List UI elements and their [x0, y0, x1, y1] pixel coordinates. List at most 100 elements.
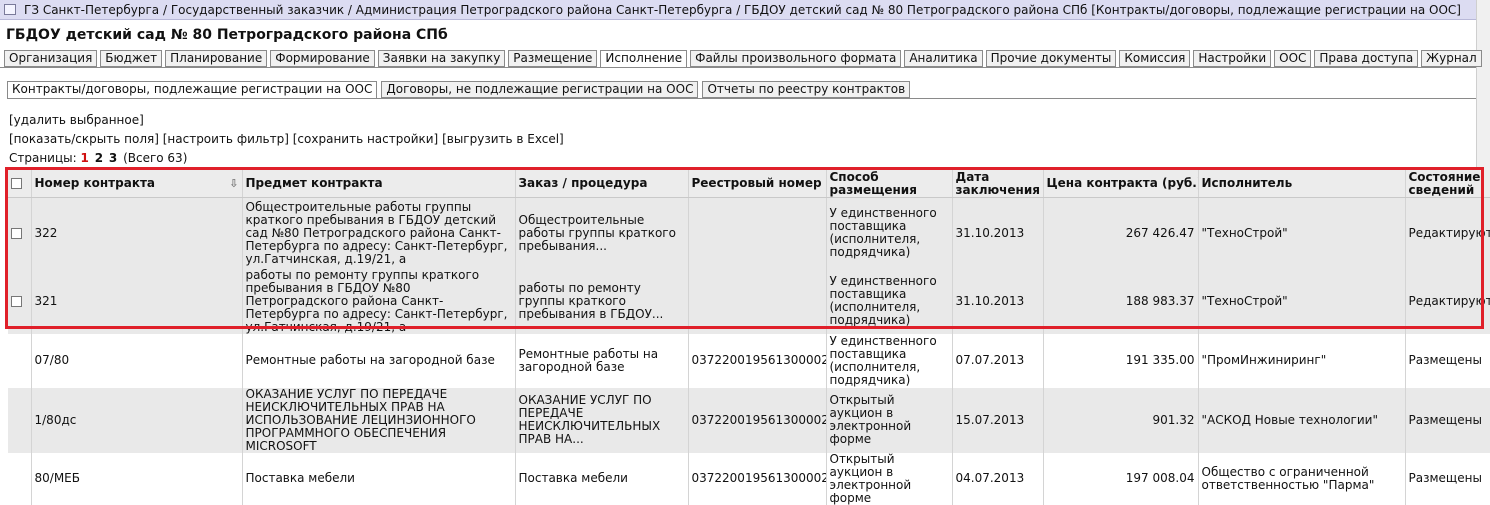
select-all-cell	[8, 170, 32, 198]
actions-row-2: [показать/скрыть поля] [настроить фильтр…	[9, 132, 564, 146]
main-tabs: Организация Бюджет Планирование Формиров…	[4, 50, 1482, 68]
cell-executor: "ТехноСтрой"	[1198, 268, 1406, 334]
table-row[interactable]: 07/80 Ремонтные работы на загородной баз…	[8, 333, 1490, 388]
tab-oos[interactable]: ООС	[1274, 50, 1312, 67]
tab-execution[interactable]: Исполнение	[600, 50, 688, 68]
cell-price: 188 983.37	[1043, 268, 1199, 334]
breadcrumb-bar: ГЗ Санкт-Петербурга / Государственный за…	[0, 0, 1476, 20]
tab-journal[interactable]: Журнал	[1421, 50, 1482, 67]
cell-order: Поставка мебели	[515, 452, 689, 505]
contracts-table: Номер контракта ⇩ Предмет контракта Заказ…	[8, 170, 1490, 505]
subtab-registry-reports[interactable]: Отчеты по реестру контрактов	[702, 81, 911, 98]
cell-registry	[688, 197, 827, 269]
cell-method: У единственного поставщика (исполнителя,…	[826, 333, 953, 388]
tab-other-documents[interactable]: Прочие документы	[985, 50, 1117, 67]
cell-state: Размещены	[1405, 452, 1490, 505]
subtab-unregistered-contracts[interactable]: Договоры, не подлежащие регистрации на О…	[381, 81, 699, 98]
subtab-registered-contracts[interactable]: Контракты/договоры, подлежащие регистрац…	[7, 81, 378, 99]
cell-order: Общестроительные работы группы краткого …	[515, 197, 689, 269]
tab-placement[interactable]: Размещение	[508, 50, 598, 67]
header-date[interactable]: Дата заключения	[952, 170, 1044, 198]
breadcrumb: ГЗ Санкт-Петербурга / Государственный за…	[24, 2, 1461, 17]
tab-purchase-requests[interactable]: Заявки на закупку	[377, 50, 506, 67]
cell-state: Размещены	[1405, 387, 1490, 453]
subtabs-divider	[7, 98, 1476, 99]
table-row[interactable]: 1/80дс ОКАЗАНИЕ УСЛУГ ПО ПЕРЕДАЧЕ НЕИСКЛ…	[8, 387, 1490, 453]
cell-method: Открытый аукцион в электронной форме	[826, 452, 953, 505]
row-checkbox[interactable]	[11, 227, 22, 239]
cell-price: 197 008.04	[1043, 452, 1199, 505]
delete-selected-link[interactable]: [удалить выбранное]	[9, 113, 144, 127]
cell-executor: Общество с ограниченной ответственностью…	[1198, 452, 1406, 505]
page-link-2[interactable]: 2	[95, 151, 103, 165]
export-excel-link[interactable]: [выгрузить в Excel]	[442, 132, 564, 146]
pagination-label: Страницы:	[9, 151, 77, 165]
row-checkbox[interactable]	[11, 295, 22, 307]
cell-order: работы по ремонту группы краткого пребыв…	[515, 268, 689, 334]
tab-budget[interactable]: Бюджет	[100, 50, 163, 67]
save-settings-link[interactable]: [сохранить настройки]	[293, 132, 439, 146]
cell-number: 80/МЕБ	[31, 452, 243, 505]
cell-number: 1/80дс	[31, 387, 243, 453]
header-executor[interactable]: Исполнитель	[1198, 170, 1406, 198]
header-state[interactable]: Состояние сведений	[1405, 170, 1490, 198]
cell-method: У единственного поставщика (исполнителя,…	[826, 268, 953, 334]
app-icon	[4, 4, 16, 15]
tab-access-rights[interactable]: Права доступа	[1314, 50, 1419, 67]
header-contract-number[interactable]: Номер контракта ⇩	[31, 170, 243, 198]
tab-planning[interactable]: Планирование	[165, 50, 268, 67]
cell-state: Размещены	[1405, 333, 1490, 388]
toggle-fields-link[interactable]: [показать/скрыть поля]	[9, 132, 159, 146]
cell-date: 31.10.2013	[952, 268, 1044, 334]
tab-settings[interactable]: Настройки	[1193, 50, 1272, 67]
cell-method: Открытый аукцион в электронной форме	[826, 387, 953, 453]
sub-tabs: Контракты/договоры, подлежащие регистрац…	[7, 81, 911, 99]
cell-order: Ремонтные работы на загородной базе	[515, 333, 689, 388]
cell-state: Редактируются	[1405, 268, 1490, 334]
cell-subject: ОКАЗАНИЕ УСЛУГ ПО ПЕРЕДАЧЕ НЕИСКЛЮЧИТЕЛЬ…	[242, 387, 516, 453]
header-order[interactable]: Заказ / процедура	[515, 170, 689, 198]
tab-organization[interactable]: Организация	[4, 50, 98, 67]
page-link-3[interactable]: 3	[109, 151, 117, 165]
cell-price: 901.32	[1043, 387, 1199, 453]
table-row[interactable]: 80/МЕБ Поставка мебели Поставка мебели 0…	[8, 452, 1490, 505]
sort-arrow-icon[interactable]: ⇩	[229, 177, 238, 190]
cell-number: 321	[31, 268, 243, 334]
select-all-checkbox[interactable]	[11, 178, 22, 189]
tab-formation[interactable]: Формирование	[270, 50, 375, 67]
cell-subject: Поставка мебели	[242, 452, 516, 505]
table-row[interactable]: 321 работы по ремонту группы краткого пр…	[8, 268, 1490, 334]
cell-executor: "ТехноСтрой"	[1198, 197, 1406, 269]
cell-date: 04.07.2013	[952, 452, 1044, 505]
table-row[interactable]: 322 Общестроительные работы группы кратк…	[8, 197, 1490, 269]
header-subject[interactable]: Предмет контракта	[242, 170, 516, 198]
cell-subject: работы по ремонту группы краткого пребыв…	[242, 268, 516, 334]
tab-analytics[interactable]: Аналитика	[904, 50, 983, 67]
row-select-cell	[8, 387, 32, 453]
setup-filter-link[interactable]: [настроить фильтр]	[163, 132, 289, 146]
cell-date: 15.07.2013	[952, 387, 1044, 453]
pagination-total: (Всего 63)	[123, 151, 188, 165]
row-select-cell	[8, 197, 32, 269]
cell-state: Редактируются	[1405, 197, 1490, 269]
page-title: ГБДОУ детский сад № 80 Петроградского ра…	[6, 27, 448, 43]
cell-date: 07.07.2013	[952, 333, 1044, 388]
cell-subject: Ремонтные работы на загородной базе	[242, 333, 516, 388]
row-select-cell	[8, 452, 32, 505]
header-registry-number[interactable]: Реестровый номер	[688, 170, 827, 198]
cell-executor: "ПромИнжиниринг"	[1198, 333, 1406, 388]
cell-order: ОКАЗАНИЕ УСЛУГ ПО ПЕРЕДАЧЕ НЕИСКЛЮЧИТЕЛЬ…	[515, 387, 689, 453]
cell-registry	[688, 268, 827, 334]
tab-files[interactable]: Файлы произвольного формата	[690, 50, 902, 67]
table-header-row: Номер контракта ⇩ Предмет контракта Заказ…	[8, 170, 1490, 198]
row-select-cell	[8, 268, 32, 334]
cell-price: 191 335.00	[1043, 333, 1199, 388]
tabs-divider	[0, 67, 1476, 68]
header-method[interactable]: Способ размещения	[826, 170, 953, 198]
header-price[interactable]: Цена контракта (руб.)	[1043, 170, 1199, 198]
row-select-cell	[8, 333, 32, 388]
tab-commission[interactable]: Комиссия	[1119, 50, 1191, 67]
cell-executor: "АСКОД Новые технологии"	[1198, 387, 1406, 453]
page-link-1[interactable]: 1	[81, 151, 89, 165]
cell-method: У единственного поставщика (исполнителя,…	[826, 197, 953, 269]
